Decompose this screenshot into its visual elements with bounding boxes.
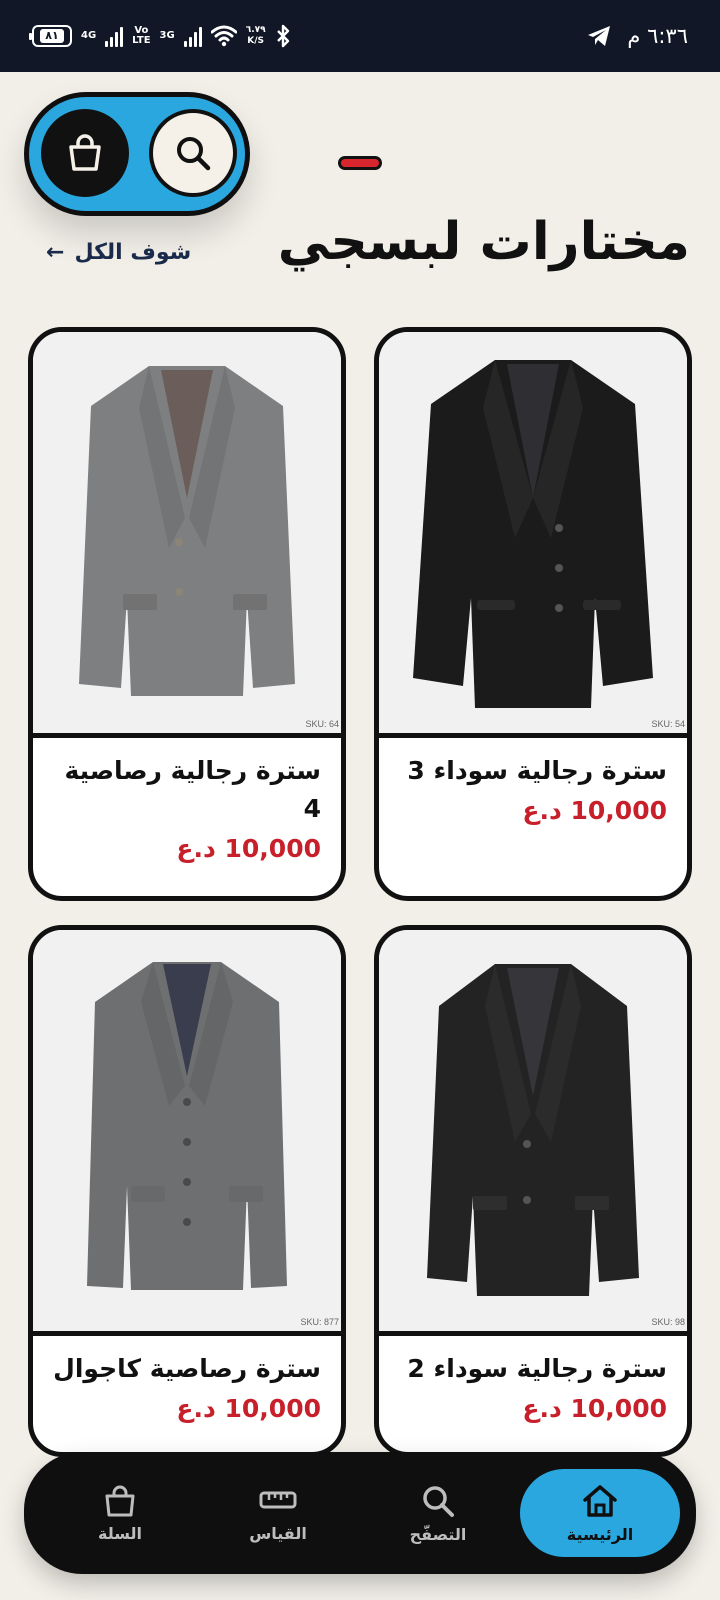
status-bar: ٨١ 4G Vo LTE 3G ٦.٧٩ K/S ٦:٣٦ م — [0, 0, 720, 72]
nav-measure[interactable]: القياس — [198, 1470, 358, 1556]
network-speed: ٦.٧٩ K/S — [245, 25, 266, 46]
volte-label: Vo LTE — [132, 25, 151, 46]
bluetooth-icon — [276, 24, 289, 48]
product-sku: SKU: 64 — [305, 719, 339, 729]
network-4g-label: 4G — [81, 30, 97, 41]
status-time: ٦:٣٦ م — [627, 24, 688, 48]
product-price: 10,000 د.ع — [176, 1394, 321, 1423]
arrow-left-icon: ← — [46, 240, 65, 265]
product-info: سترة رجالية رصاصية 4 10,000 د.ع — [33, 738, 341, 868]
see-all-link[interactable]: ← شوف الكل — [46, 240, 191, 265]
product-card[interactable]: SKU: 64 سترة رجالية رصاصية 4 10,000 د.ع — [28, 327, 346, 901]
signal-bars-2-icon — [183, 25, 202, 47]
product-card[interactable]: SKU: 54 سترة رجالية سوداء 3 10,000 د.ع — [374, 327, 692, 901]
product-image: SKU: 64 — [33, 332, 341, 738]
product-name: سترة رصاصية كاجوال — [53, 1354, 321, 1383]
product-price: 10,000 د.ع — [522, 1394, 667, 1423]
telegram-icon — [588, 26, 611, 46]
network-3g-label: 3G — [159, 30, 175, 41]
product-image: SKU: 877 — [33, 930, 341, 1336]
product-info: سترة رجالية سوداء 2 10,000 د.ع — [379, 1336, 687, 1428]
product-name: سترة رجالية سوداء 3 — [407, 756, 667, 785]
bottom-navigation: السلة القياس التصفّح الرئيسية — [24, 1452, 696, 1574]
search-icon — [423, 1485, 454, 1517]
home-icon — [583, 1484, 617, 1517]
product-image: SKU: 98 — [379, 930, 687, 1336]
product-name: سترة رجالية سوداء 2 — [407, 1354, 667, 1383]
decorative-dash — [338, 156, 382, 170]
product-card[interactable]: SKU: 98 سترة رجالية سوداء 2 10,000 د.ع — [374, 925, 692, 1457]
product-image: SKU: 54 — [379, 332, 687, 738]
status-right: ٦:٣٦ م — [587, 24, 688, 48]
search-button[interactable] — [149, 109, 237, 197]
nav-browse[interactable]: التصفّح — [358, 1470, 518, 1556]
shopping-bag-icon — [69, 134, 101, 171]
jacket-image — [427, 963, 639, 1296]
nav-browse-label: التصفّح — [409, 1524, 467, 1544]
search-icon — [177, 137, 211, 171]
nav-home[interactable]: الرئيسية — [520, 1469, 680, 1557]
top-actions-pill — [24, 92, 250, 216]
nav-cart[interactable]: السلة — [40, 1470, 200, 1556]
product-sku: SKU: 877 — [300, 1317, 339, 1327]
page-title: مختارات لبسجي — [277, 212, 690, 272]
nav-home-label: الرئيسية — [566, 1524, 634, 1544]
ruler-icon — [259, 1491, 297, 1508]
jacket-image — [413, 359, 653, 708]
jacket-image — [79, 365, 295, 696]
product-info: سترة رصاصية كاجوال 10,000 د.ع — [33, 1336, 341, 1428]
shopping-bag-icon — [105, 1485, 135, 1516]
product-sku: SKU: 54 — [651, 719, 685, 729]
product-name: سترة رجالية رصاصية 4 — [64, 756, 321, 823]
nav-measure-label: القياس — [249, 1523, 307, 1543]
product-price: 10,000 د.ع — [522, 796, 667, 825]
product-sku: SKU: 98 — [651, 1317, 685, 1327]
product-info: سترة رجالية سوداء 3 10,000 د.ع — [379, 738, 687, 830]
battery-level: ٨١ — [40, 29, 64, 43]
wifi-icon — [210, 25, 237, 47]
nav-cart-label: السلة — [97, 1523, 142, 1543]
see-all-label: شوف الكل — [74, 240, 192, 265]
cart-button[interactable] — [41, 109, 129, 197]
product-price: 10,000 د.ع — [176, 834, 321, 863]
status-icons: ٨١ 4G Vo LTE 3G ٦.٧٩ K/S — [29, 24, 291, 48]
jacket-image — [87, 961, 287, 1290]
product-card[interactable]: SKU: 877 سترة رصاصية كاجوال 10,000 د.ع — [28, 925, 346, 1457]
battery-icon: ٨١ — [29, 25, 72, 47]
signal-bars-icon — [105, 25, 124, 47]
